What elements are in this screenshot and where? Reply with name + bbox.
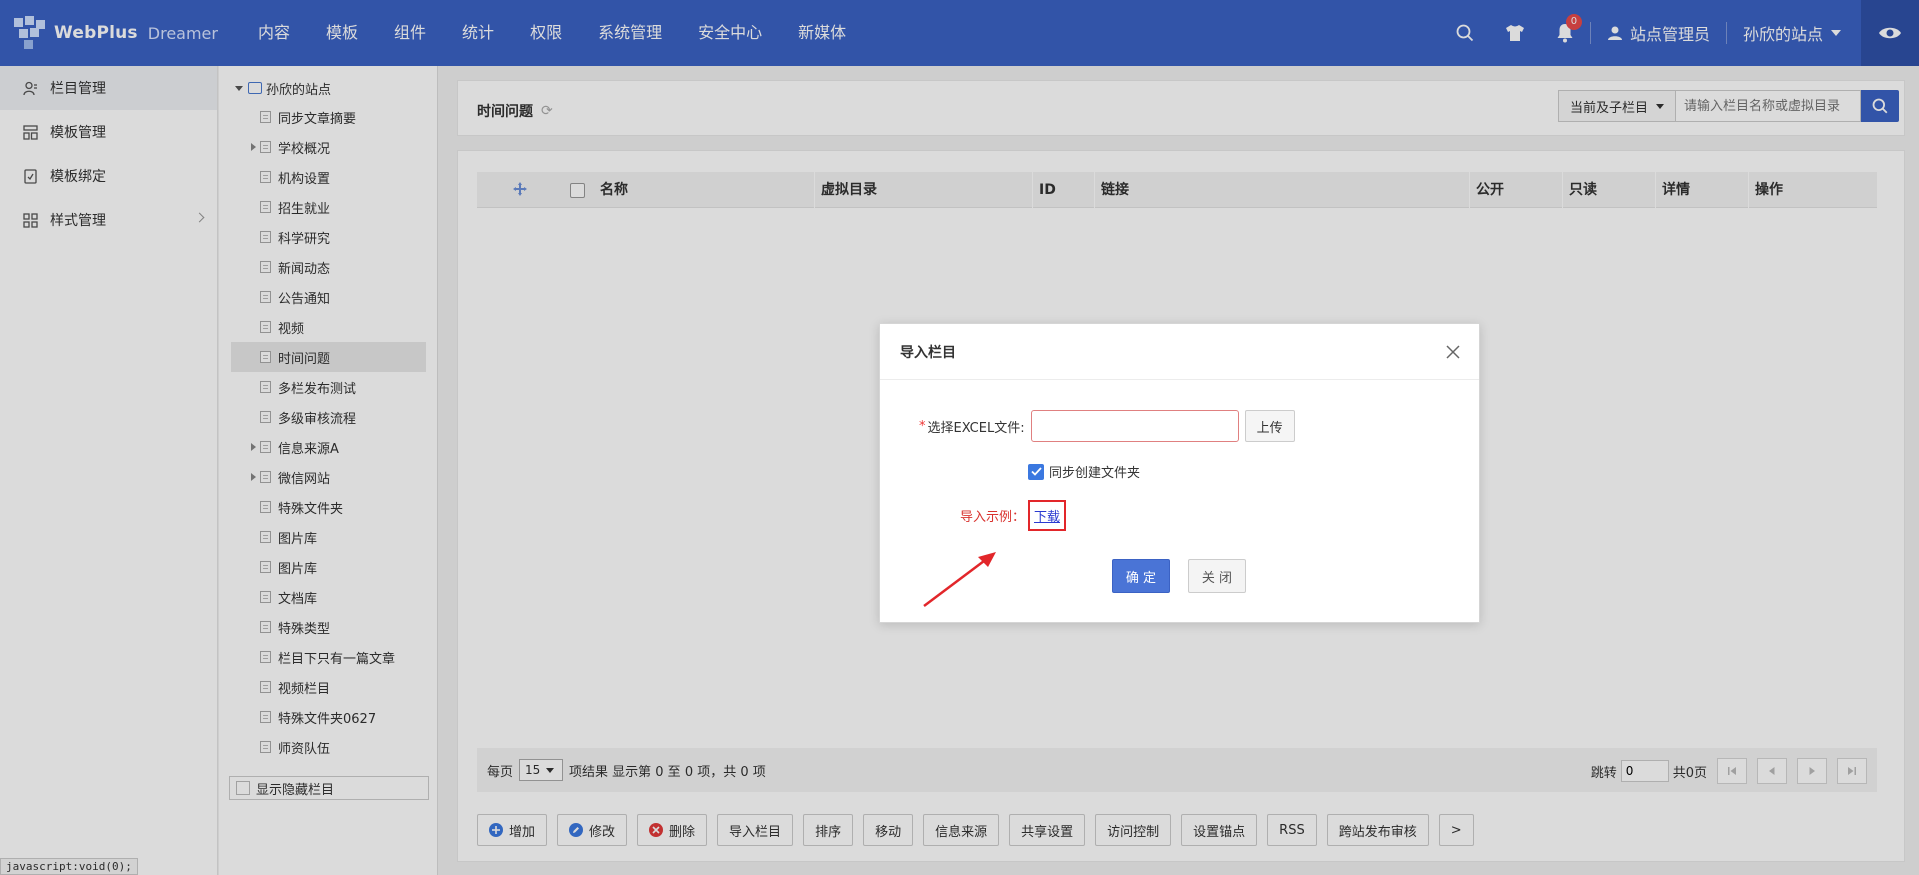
example-label: 导入示例： — [960, 510, 1026, 525]
example-row: 导入示例： 下载 — [960, 500, 1067, 531]
sync-folder-label: 同步创建文件夹 — [1049, 466, 1141, 481]
file-row: * 选择EXCEL文件: 上传 — [919, 410, 1295, 442]
sync-folder-row: 同步创建文件夹 — [1028, 462, 1140, 481]
upload-button[interactable]: 上传 — [1244, 410, 1295, 442]
download-link[interactable]: 下载 — [1028, 500, 1067, 531]
file-label: 选择EXCEL文件: — [927, 420, 1025, 436]
dialog-title: 导入栏目 — [900, 344, 956, 361]
sync-folder-checkbox[interactable] — [1028, 463, 1044, 480]
required-mark: * — [919, 418, 926, 434]
annotation-arrow-icon — [923, 552, 996, 607]
file-input[interactable] — [1030, 410, 1239, 442]
confirm-button[interactable]: 确 定 — [1112, 559, 1170, 593]
close-icon[interactable] — [1443, 342, 1463, 362]
close-button[interactable]: 关 闭 — [1188, 559, 1246, 593]
dialog-header: 导入栏目 — [880, 324, 1479, 380]
checkmark-icon — [1030, 467, 1042, 476]
